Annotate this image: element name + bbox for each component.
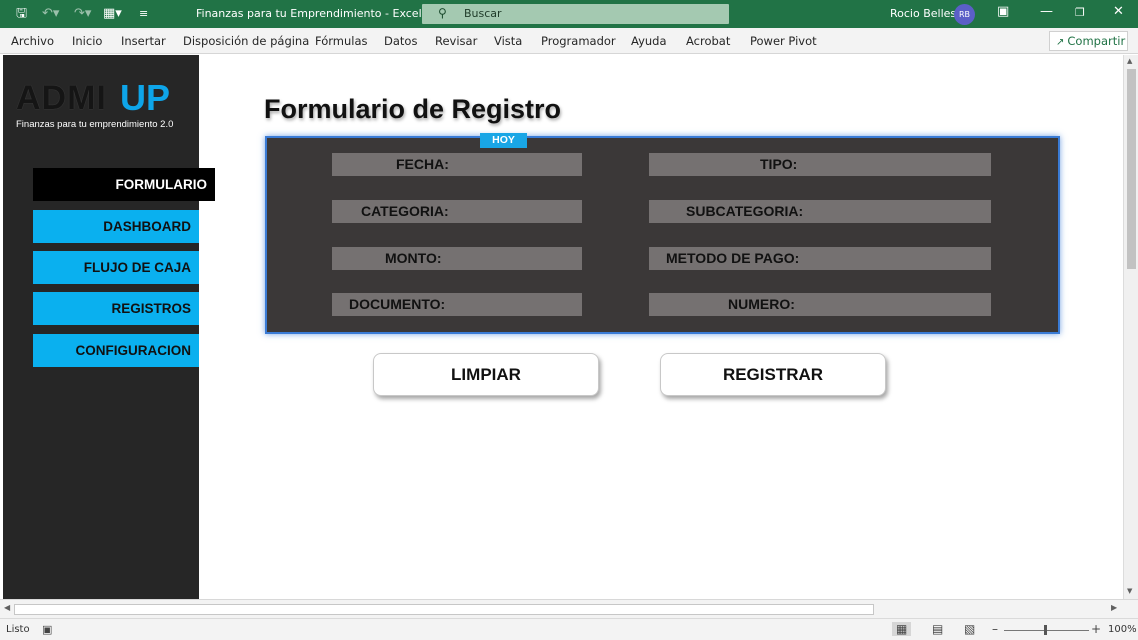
share-label: Compartir xyxy=(1067,34,1126,48)
scroll-left-icon[interactable]: ◀ xyxy=(4,603,10,612)
close-icon[interactable]: ✕ xyxy=(1113,4,1124,19)
tab-insertar[interactable]: Insertar xyxy=(121,34,166,48)
numero-field[interactable]: NUMERO: xyxy=(649,293,991,316)
avatar[interactable]: RB xyxy=(954,4,975,25)
status-ready: Listo xyxy=(6,624,30,635)
tab-ayuda[interactable]: Ayuda xyxy=(631,34,667,48)
categoria-label: CATEGORIA: xyxy=(361,203,449,219)
normal-view-icon[interactable]: ▦ xyxy=(892,622,912,636)
nav-dashboard-button[interactable]: DASHBOARD xyxy=(33,210,199,243)
sidebar: ADMI UP Finanzas para tu emprendimiento … xyxy=(3,55,215,599)
tab-revisar[interactable]: Revisar xyxy=(435,34,477,48)
vertical-scrollbar[interactable]: ▲ ▼ xyxy=(1123,55,1138,599)
fecha-label: FECHA: xyxy=(396,156,449,172)
minimize-icon[interactable]: — xyxy=(1040,4,1053,19)
zoom-slider-knob[interactable] xyxy=(1044,625,1047,635)
monto-label: MONTO: xyxy=(385,250,442,266)
tab-formulas[interactable]: Fórmulas xyxy=(315,34,368,48)
status-bar: Listo ▣ ▦ ▤ ▧ – + 100% xyxy=(0,618,1138,640)
subcategoria-label: SUBCATEGORIA: xyxy=(686,203,804,219)
sheet-view-icon[interactable]: ▦▾ xyxy=(103,5,122,23)
tipo-label: TIPO: xyxy=(760,156,798,172)
restore-icon[interactable]: ❐ xyxy=(1075,6,1085,19)
user-name[interactable]: Rocio Bellesi xyxy=(890,7,959,20)
subcategoria-field[interactable]: SUBCATEGORIA: xyxy=(649,200,991,223)
ribbon-display-icon[interactable]: ▣ xyxy=(997,4,1009,19)
monto-field[interactable]: MONTO: xyxy=(332,247,582,270)
share-icon: ↗ xyxy=(1056,37,1065,48)
vertical-scroll-thumb[interactable] xyxy=(1127,69,1136,269)
zoom-out-icon[interactable]: – xyxy=(992,622,998,636)
registrar-button[interactable]: REGISTRAR xyxy=(660,353,886,396)
documento-label: DOCUMENTO: xyxy=(349,296,446,312)
today-badge[interactable]: HOY xyxy=(480,133,527,148)
fecha-field[interactable]: FECHA: xyxy=(332,153,582,176)
search-icon: ⚲ xyxy=(438,6,447,20)
worksheet[interactable]: ADMI UP Finanzas para tu emprendimiento … xyxy=(0,54,1138,599)
ribbon-tabs: Archivo Inicio Insertar Disposición de p… xyxy=(0,28,1138,54)
tab-archivo[interactable]: Archivo xyxy=(11,34,54,48)
page-title: Formulario de Registro xyxy=(264,94,562,124)
limpiar-button[interactable]: LIMPIAR xyxy=(373,353,599,396)
zoom-in-icon[interactable]: + xyxy=(1091,622,1101,636)
customize-toolbar-icon[interactable]: ≡ xyxy=(139,5,148,23)
horizontal-scrollbar[interactable]: ◀ ▶ xyxy=(0,599,1138,618)
macro-record-icon[interactable]: ▣ xyxy=(42,623,52,636)
search-box[interactable]: ⚲ Buscar xyxy=(422,4,729,24)
metodo-pago-label: METODO DE PAGO: xyxy=(666,250,800,266)
logo: ADMI UP Finanzas para tu emprendimiento … xyxy=(16,75,191,135)
title-bar: 🖫 ↶▾ ↷▾ ▦▾ ≡ Finanzas para tu Emprendimi… xyxy=(0,0,1138,28)
tipo-field[interactable]: TIPO: xyxy=(649,153,991,176)
documento-field[interactable]: DOCUMENTO: xyxy=(332,293,582,316)
numero-label: NUMERO: xyxy=(728,296,795,312)
search-placeholder: Buscar xyxy=(464,7,502,20)
nav-registros-button[interactable]: REGISTROS xyxy=(33,292,199,325)
tab-programador[interactable]: Programador xyxy=(541,34,616,48)
logo-accent: UP xyxy=(120,77,171,118)
scroll-down-icon[interactable]: ▼ xyxy=(1127,587,1132,595)
logo-main: ADMI xyxy=(16,79,107,117)
document-title: Finanzas para tu Emprendimiento - Excel xyxy=(196,7,422,20)
nav-formulario-button[interactable]: FORMULARIO xyxy=(33,168,215,201)
redo-icon[interactable]: ↷▾ xyxy=(74,5,91,23)
share-button[interactable]: ↗ Compartir xyxy=(1049,31,1128,51)
metodo-pago-field[interactable]: METODO DE PAGO: xyxy=(649,247,991,270)
categoria-field[interactable]: CATEGORIA: xyxy=(332,200,582,223)
scroll-right-icon[interactable]: ▶ xyxy=(1111,603,1117,612)
undo-icon[interactable]: ↶▾ xyxy=(42,5,59,23)
horizontal-scroll-thumb[interactable] xyxy=(14,604,874,615)
nav-configuracion-button[interactable]: CONFIGURACION xyxy=(33,334,199,367)
page-layout-view-icon[interactable]: ▤ xyxy=(932,622,943,636)
tab-acrobat[interactable]: Acrobat xyxy=(686,34,730,48)
save-icon[interactable]: 🖫 xyxy=(16,5,27,23)
scroll-up-icon[interactable]: ▲ xyxy=(1127,57,1132,65)
tab-disposicion[interactable]: Disposición de página xyxy=(183,34,309,48)
zoom-level[interactable]: 100% xyxy=(1108,624,1137,635)
logo-subtitle: Finanzas para tu emprendimiento 2.0 xyxy=(16,119,174,130)
tab-power-pivot[interactable]: Power Pivot xyxy=(750,34,817,48)
page-break-view-icon[interactable]: ▧ xyxy=(964,622,975,636)
tab-inicio[interactable]: Inicio xyxy=(72,34,102,48)
tab-datos[interactable]: Datos xyxy=(384,34,417,48)
tab-vista[interactable]: Vista xyxy=(494,34,522,48)
nav-flujo-caja-button[interactable]: FLUJO DE CAJA xyxy=(33,251,199,284)
